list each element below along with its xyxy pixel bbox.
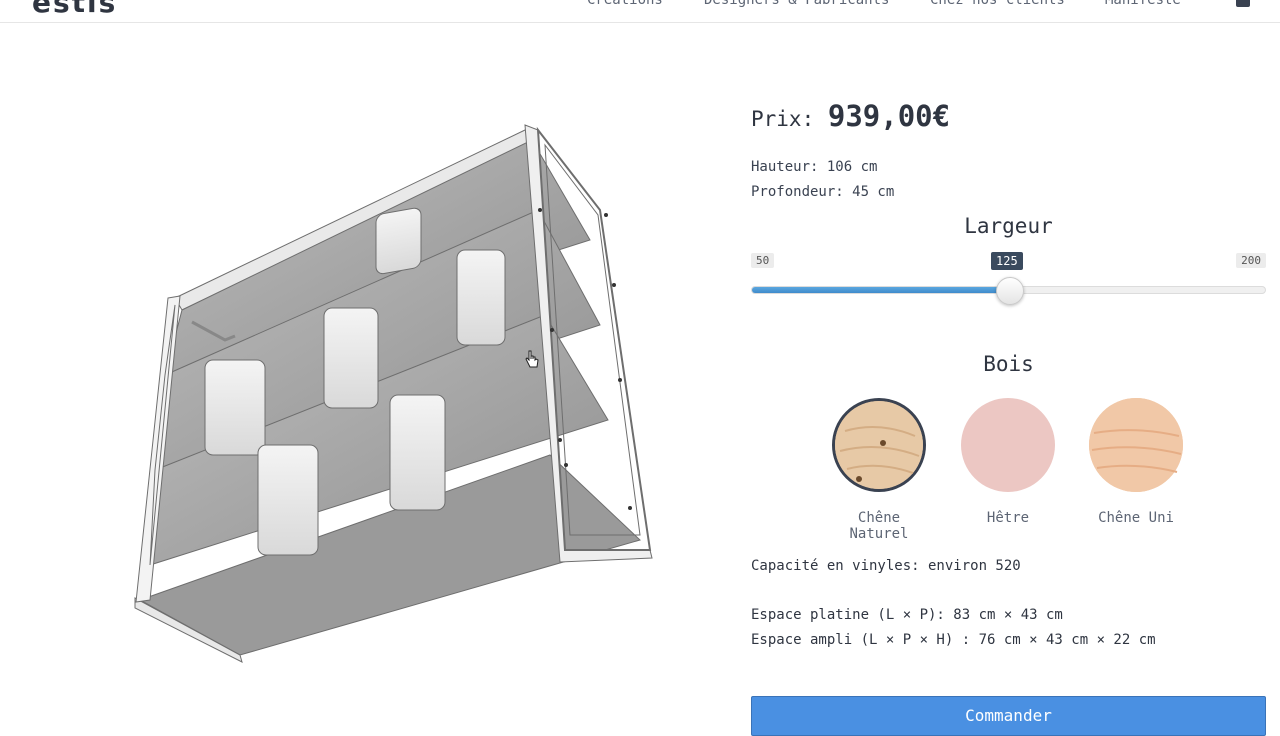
nav-link-chez-nos-clients[interactable]: Chez nos clients [930, 0, 1065, 8]
amplifier-space: Espace ampli (L × P × H) : 76 cm × 43 cm… [751, 632, 1156, 648]
width-title: Largeur [964, 214, 1053, 238]
price-value: 939,00€ [827, 99, 951, 133]
wood-option-chene-naturel[interactable]: Chêne Naturel [829, 398, 929, 542]
slider-value-label: 125 [991, 252, 1023, 270]
width-slider[interactable] [751, 277, 1266, 305]
slider-max-label: 200 [1236, 253, 1266, 268]
wood-label: Chêne Uni [1098, 510, 1174, 526]
nav-link-designers[interactable]: Designers & Fabricants [704, 0, 889, 8]
hand-cursor-icon [525, 350, 539, 368]
vinyl-capacity: Capacité en vinyles: environ 520 [751, 558, 1021, 574]
wood-swatch[interactable] [1089, 398, 1183, 492]
wood-label: Hêtre [986, 510, 1030, 526]
depth-info: Profondeur: 45 cm [751, 184, 895, 200]
wood-option-hetre[interactable]: Hêtre [958, 398, 1058, 526]
wood-swatch[interactable] [832, 398, 926, 492]
wood-texture-chene-uni [1089, 398, 1183, 492]
turntable-space: Espace platine (L × P): 83 cm × 43 cm [751, 607, 1063, 623]
main-nav: Créations Designers & Fabricants Chez no… [0, 0, 1280, 14]
bag-icon[interactable] [1236, 0, 1250, 7]
wood-title: Bois [983, 352, 1034, 376]
shelf-unit-model [134, 124, 653, 663]
nav-link-creations[interactable]: Créations [587, 0, 663, 8]
nav-link-manifeste[interactable]: Manifeste [1105, 0, 1181, 8]
furniture-3d-viewer[interactable] [120, 110, 660, 670]
order-button[interactable]: Commander [751, 696, 1266, 736]
wood-label: Chêne Naturel [849, 510, 909, 542]
wood-swatch[interactable] [961, 398, 1055, 492]
top-navigation-bar: estis Créations Designers & Fabricants C… [0, 0, 1280, 23]
width-slider-fill [752, 287, 1009, 293]
wood-options: Chêne Naturel Hêtre Chêne Uni [751, 398, 1266, 548]
wood-texture-chene-naturel [835, 401, 923, 489]
price-label: Prix: [751, 107, 815, 131]
slider-min-label: 50 [751, 253, 775, 268]
width-slider-handle[interactable] [995, 277, 1024, 305]
price: Prix: 939,00€ [751, 99, 950, 133]
wood-option-chene-uni[interactable]: Chêne Uni [1086, 398, 1186, 526]
height-info: Hauteur: 106 cm [751, 159, 878, 175]
